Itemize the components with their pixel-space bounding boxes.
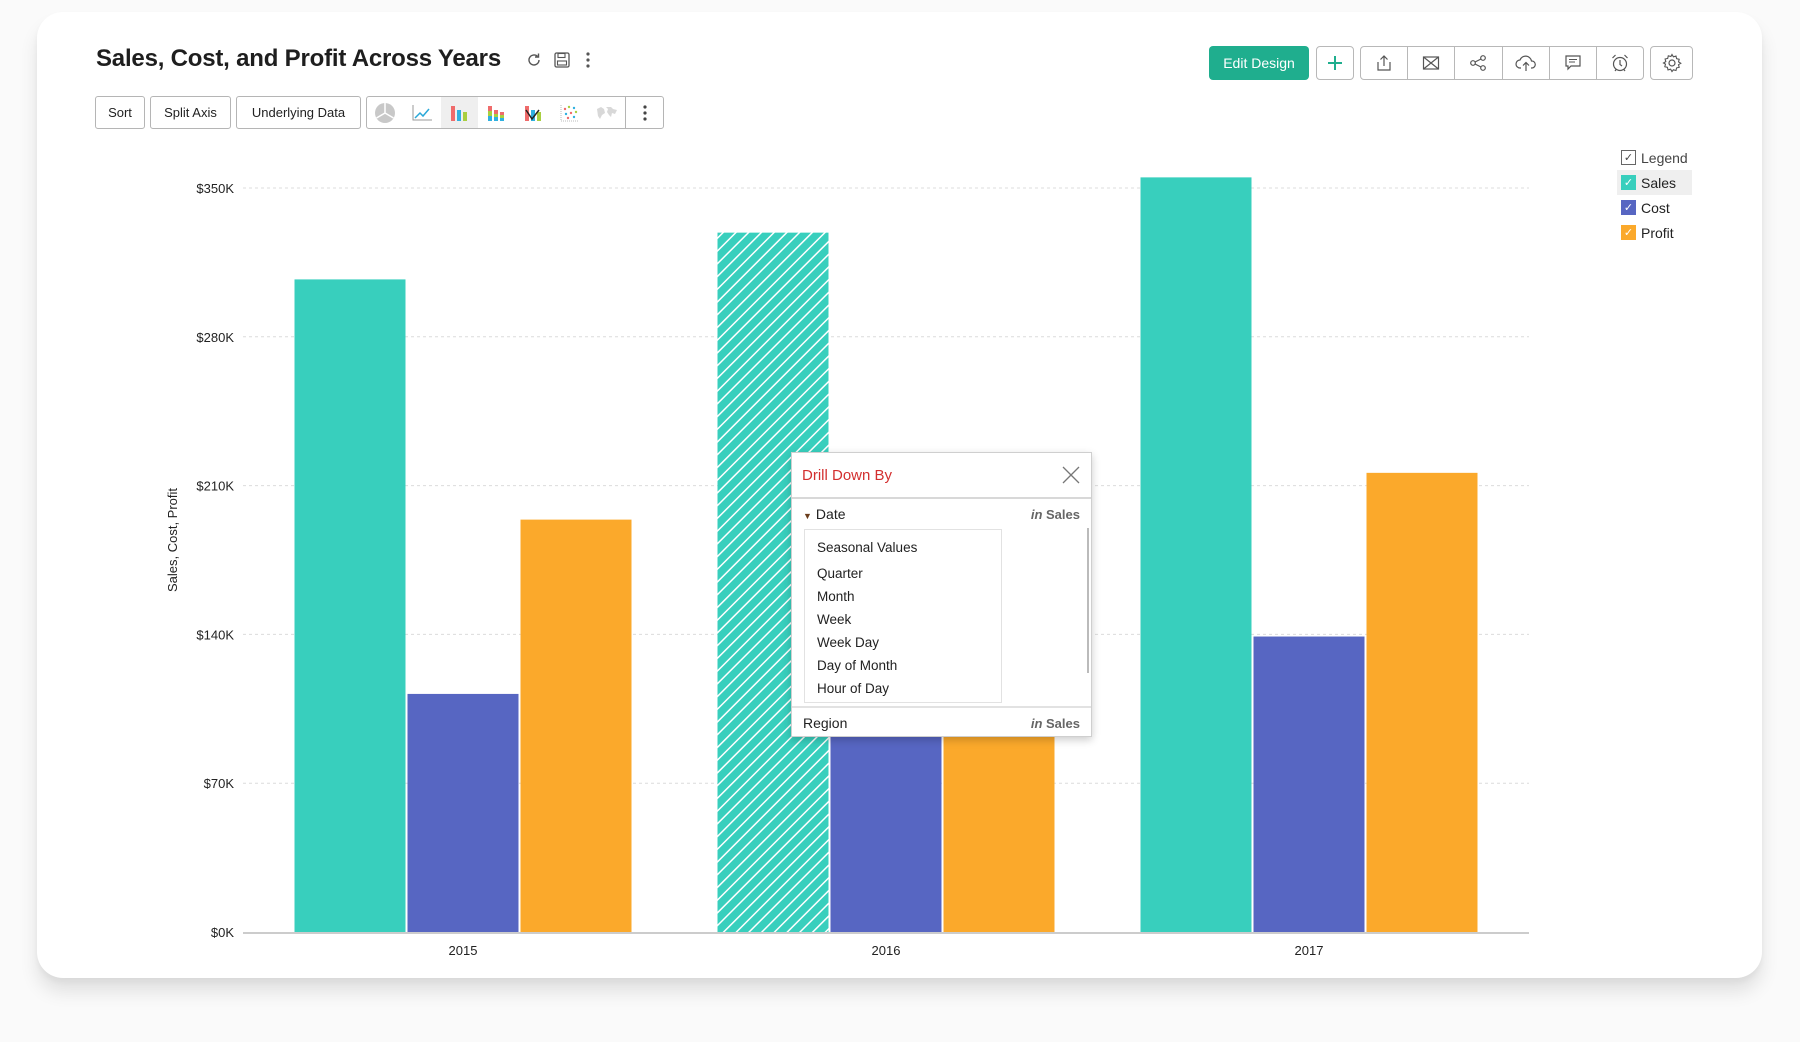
drilldown-option[interactable]: Quarter <box>805 562 1001 585</box>
drilldown-option[interactable]: Week Day <box>805 631 1001 654</box>
caret-down-icon: ▼ <box>803 511 812 521</box>
drilldown-title: Drill Down By <box>802 466 893 484</box>
legend-checkbox[interactable]: ✓ <box>1621 150 1636 165</box>
legend-label: Sales <box>1641 174 1677 191</box>
drilldown-popup: Drill Down By ▼ Date in Sales Seasonal Va… <box>791 452 1092 737</box>
bar-sales-2015[interactable] <box>294 279 406 932</box>
legend-label: Cost <box>1641 199 1670 216</box>
y-tick-label: $0K <box>211 925 234 940</box>
drilldown-option[interactable]: Seasonal Values <box>805 536 1001 562</box>
legend-title: Legend <box>1641 149 1688 166</box>
drilldown-option[interactable]: Week <box>805 608 1001 631</box>
legend-swatch-cost: ✓ <box>1621 200 1636 215</box>
y-tick-label: $70K <box>204 776 235 791</box>
y-tick-label: $350K <box>196 181 234 196</box>
bar-cost-2015[interactable] <box>407 693 519 932</box>
legend: ✓ Legend ✓ Sales ✓ Cost ✓ Profit <box>1617 145 1692 245</box>
bar-cost-2017[interactable] <box>1253 636 1365 932</box>
group-target: Sales <box>1046 715 1080 731</box>
drilldown-group-date[interactable]: ▼ Date in Sales <box>792 499 1091 529</box>
y-tick-label: $280K <box>196 330 234 345</box>
x-tick-label: 2017 <box>1295 943 1324 958</box>
group-in-label: in <box>1030 506 1043 522</box>
x-tick-label: 2016 <box>872 943 901 958</box>
bar-profit-2017[interactable] <box>1366 472 1478 932</box>
bar-sales-2017[interactable] <box>1140 177 1252 932</box>
popup-scrollbar[interactable] <box>1087 528 1089 673</box>
close-icon[interactable] <box>1061 465 1081 485</box>
legend-label: Profit <box>1641 224 1674 241</box>
legend-swatch-profit: ✓ <box>1621 225 1636 240</box>
x-tick-label: 2015 <box>449 943 478 958</box>
legend-item-sales[interactable]: ✓ Sales <box>1617 170 1692 195</box>
drilldown-options-list: Seasonal Values Quarter Month Week Week … <box>804 529 1002 703</box>
legend-toggle[interactable]: ✓ Legend <box>1617 145 1692 170</box>
y-tick-label: $210K <box>196 479 234 494</box>
legend-item-cost[interactable]: ✓ Cost <box>1617 195 1692 220</box>
group-target: Sales <box>1046 506 1080 522</box>
group-label: Date <box>815 506 846 522</box>
y-axis-label: Sales, Cost, Profit <box>165 488 180 592</box>
legend-item-profit[interactable]: ✓ Profit <box>1617 220 1692 245</box>
drilldown-group-region[interactable]: Region in Sales <box>792 708 1091 738</box>
drilldown-option[interactable]: Day of Month <box>805 654 1001 677</box>
group-in-label: in <box>1030 715 1043 731</box>
drilldown-option[interactable]: Hour of Day <box>805 677 1001 700</box>
drilldown-option[interactable]: Month <box>805 585 1001 608</box>
legend-swatch-sales: ✓ <box>1621 175 1636 190</box>
y-tick-label: $140K <box>196 627 234 642</box>
bar-profit-2015[interactable] <box>520 519 632 932</box>
group-label: Region <box>803 715 848 731</box>
